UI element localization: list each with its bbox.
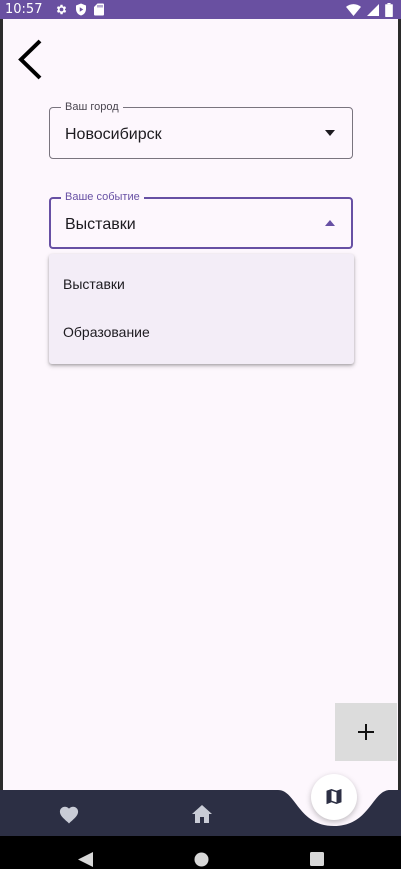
system-navigation-bar <box>0 836 401 869</box>
status-icons-left <box>55 2 104 17</box>
event-select-value: Выставки <box>65 216 136 233</box>
status-icons-right <box>346 2 393 17</box>
battery-icon <box>385 2 393 17</box>
map-icon <box>326 789 342 805</box>
sd-card-icon <box>94 3 104 16</box>
chevron-left-icon <box>18 39 42 80</box>
plus-icon <box>358 724 374 740</box>
menu-item-label: Образование <box>63 324 150 340</box>
nav-favorites[interactable] <box>58 804 80 824</box>
back-button[interactable] <box>12 38 52 82</box>
shield-play-icon <box>76 3 86 16</box>
home-icon <box>192 805 212 823</box>
event-select[interactable]: Ваше событие Выставки <box>49 190 353 249</box>
event-select-label: Ваше событие <box>61 190 144 204</box>
menu-item-label: Выставки <box>63 276 125 292</box>
signal-icon <box>367 3 379 16</box>
heart-icon <box>59 806 79 824</box>
add-button[interactable] <box>335 703 397 761</box>
menu-item-option[interactable]: Образование <box>49 308 354 356</box>
home-circle-icon[interactable] <box>194 852 209 867</box>
screen-edge-left <box>0 19 3 790</box>
event-dropdown-menu: Выставки Образование <box>49 254 354 364</box>
back-triangle-icon[interactable] <box>78 852 93 867</box>
city-select-value: Новосибирск <box>65 126 162 143</box>
gear-icon <box>56 4 67 15</box>
nav-home[interactable] <box>192 805 212 823</box>
wifi-icon <box>346 3 361 16</box>
dropdown-arrow-icon <box>325 130 335 136</box>
dropdown-arrow-up-icon <box>325 220 335 226</box>
nav-map[interactable] <box>311 774 357 820</box>
menu-item-option[interactable]: Выставки <box>49 260 354 308</box>
status-bar: 10:57 <box>0 0 401 19</box>
recents-square-icon[interactable] <box>310 852 324 866</box>
city-select[interactable]: Ваш город Новосибирск <box>49 100 353 159</box>
status-time: 10:57 <box>5 2 43 17</box>
city-select-label: Ваш город <box>61 100 123 114</box>
